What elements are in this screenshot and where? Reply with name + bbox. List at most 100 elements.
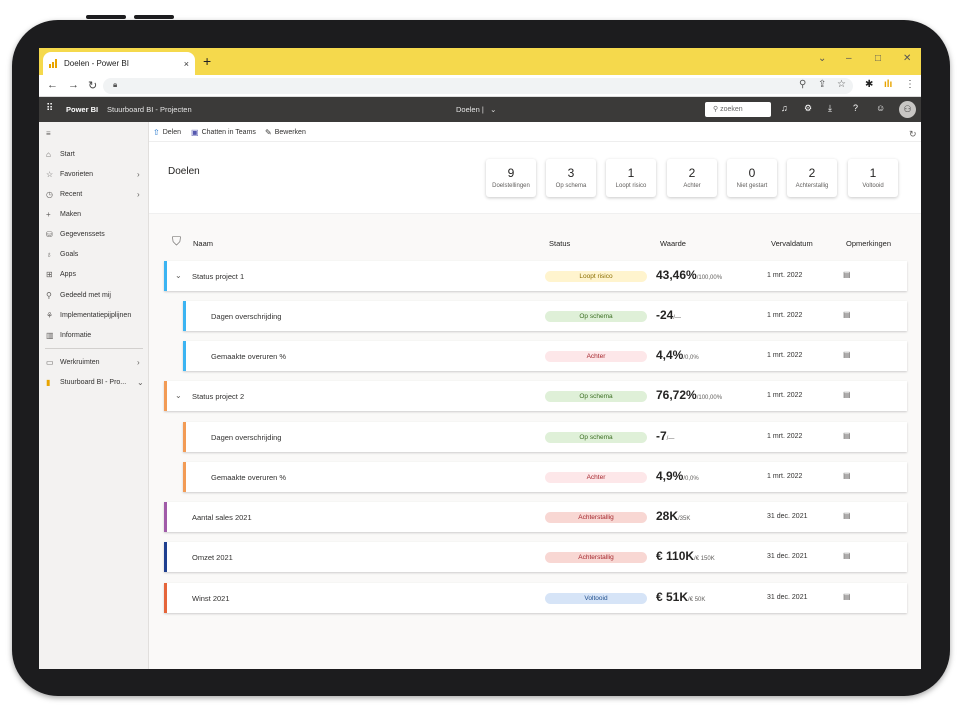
status-badge[interactable]: Op schema [545, 432, 647, 443]
new-tab-button[interactable]: + [203, 54, 211, 68]
minimize-button[interactable]: – [846, 53, 852, 64]
row-accent-bar [183, 462, 186, 492]
goal-name[interactable]: Gemaakte overuren % [211, 352, 286, 361]
comment-icon[interactable]: ▤ [843, 350, 851, 359]
expand-chevron-icon[interactable]: ⌄ [175, 271, 182, 280]
nav-item-current-workspace[interactable]: ▮ Stuurboard BI - Pro... ⌄ [39, 373, 149, 391]
comment-icon[interactable]: ▤ [843, 551, 851, 560]
stat-niet-gestart[interactable]: 0 Niet gestart [727, 159, 777, 197]
tab-close-icon[interactable]: × [184, 59, 189, 69]
extensions-icon[interactable]: ✱ [865, 79, 873, 90]
status-badge[interactable]: Voltooid [545, 593, 647, 604]
hamburger-icon: ≡ [46, 128, 51, 138]
plus-icon: + [46, 209, 51, 219]
status-badge[interactable]: Achter [545, 472, 647, 483]
goal-row[interactable]: Dagen overschrijding Op schema -24/— 1 mrt.… [183, 301, 907, 331]
nav-item-apps[interactable]: ⊞ Apps [39, 265, 149, 283]
goal-name[interactable]: Dagen overschrijding [211, 433, 281, 442]
settings-gear-icon[interactable]: ⚙ [804, 103, 812, 114]
nav-item-informatie[interactable]: ▥ Informatie [39, 326, 149, 344]
share-button[interactable]: ⇧ Delen [153, 128, 181, 137]
comment-icon[interactable]: ▤ [843, 431, 851, 440]
nav-item-pijplijnen[interactable]: ⚘ Implementatiepijplijnen [39, 306, 149, 324]
brand-label[interactable]: Power BI [66, 105, 98, 114]
feedback-smiley-icon[interactable]: ☺ [876, 103, 885, 113]
status-badge[interactable]: Op schema [545, 391, 647, 402]
goal-row[interactable]: Winst 2021 Voltooid € 51K/€ 50K 31 dec. 202… [164, 583, 907, 613]
notifications-icon[interactable]: ♫ [781, 103, 788, 113]
app-launcher-icon[interactable]: ⠿ [46, 103, 53, 114]
goal-row[interactable]: Dagen overschrijding Op schema -7/— 1 mrt. … [183, 422, 907, 452]
tab-search-icon[interactable]: ⌄ [818, 53, 826, 64]
comment-icon[interactable]: ▤ [843, 592, 851, 601]
nav-item-gegevenssets[interactable]: ⛁ Gegevenssets [39, 225, 149, 243]
goal-name[interactable]: Dagen overschrijding [211, 312, 281, 321]
edit-button[interactable]: ✎ Bewerken [265, 128, 306, 137]
goal-row[interactable]: Omzet 2021 Achterstallig € 110K/€ 150K 31 d… [164, 542, 907, 572]
due-date: 1 mrt. 2022 [767, 272, 803, 279]
user-avatar-icon[interactable]: ⚇ [899, 101, 916, 118]
goal-name[interactable]: Winst 2021 [192, 594, 230, 603]
comment-icon[interactable]: ▤ [843, 270, 851, 279]
maximize-button[interactable]: □ [875, 53, 881, 64]
column-header-opmerkingen[interactable]: Opmerkingen [846, 239, 891, 248]
teams-chat-button[interactable]: ▣ Chatten in Teams [191, 128, 256, 137]
status-badge[interactable]: Achterstallig [545, 552, 647, 563]
stat-op-schema[interactable]: 3 Op schema [546, 159, 596, 197]
goal-name[interactable]: Status project 1 [192, 272, 244, 281]
back-icon[interactable]: ← [47, 79, 58, 91]
comment-icon[interactable]: ▤ [843, 471, 851, 480]
nav-item-recent[interactable]: ◷ Recent › [39, 185, 149, 203]
status-badge[interactable]: Achter [545, 351, 647, 362]
goal-row[interactable]: Gemaakte overuren % Achter 4,9%/0,0% 1 mrt.… [183, 462, 907, 492]
column-header-vervaldatum[interactable]: Vervaldatum [771, 239, 813, 248]
reload-icon[interactable]: ↻ [88, 79, 97, 92]
breadcrumb[interactable]: Stuurboard BI - Projecten [107, 105, 192, 114]
forward-icon[interactable]: → [68, 79, 79, 91]
expand-chevron-icon[interactable]: ⌄ [175, 391, 182, 400]
download-icon[interactable]: ⤓ [828, 103, 832, 114]
zoom-icon[interactable]: ⚲ [799, 79, 806, 90]
goal-name[interactable]: Aantal sales 2021 [192, 513, 252, 522]
stat-voltooid[interactable]: 1 Voltooid [848, 159, 898, 197]
column-header-naam[interactable]: Naam [193, 239, 213, 248]
nav-item-goals[interactable]: ♁ Goals [39, 245, 149, 263]
status-badge[interactable]: Achterstallig [545, 512, 647, 523]
stat-achterstallig[interactable]: 2 Achterstallig [787, 159, 837, 197]
stat-achter[interactable]: 2 Achter [667, 159, 717, 197]
goal-name[interactable]: Gemaakte overuren % [211, 473, 286, 482]
nav-collapse-button[interactable]: ≡ [39, 124, 149, 142]
close-window-button[interactable]: ✕ [903, 53, 911, 64]
nav-item-start[interactable]: ⌂ Start [39, 145, 149, 163]
browser-tab[interactable]: Doelen - Power BI × [43, 52, 195, 75]
url-input[interactable]: 🔒︎ ⚲ ⇪ ☆ [103, 78, 853, 94]
nav-item-werkruimten[interactable]: ▭ Werkruimten › [39, 353, 149, 371]
share-page-icon[interactable]: ⇪ [818, 79, 826, 90]
goal-name[interactable]: Status project 2 [192, 392, 244, 401]
search-input[interactable]: ⚲ zoeken [705, 102, 771, 117]
goal-row[interactable]: Gemaakte overuren % Achter 4,4%/0,0% 1 mrt.… [183, 341, 907, 371]
column-header-status[interactable]: Status [549, 239, 570, 248]
status-badge[interactable]: Loopt risico [545, 271, 647, 282]
status-badge[interactable]: Op schema [545, 311, 647, 322]
goal-row[interactable]: ⌄ Status project 1 Loopt risico 43,46%/100,… [164, 261, 907, 291]
nav-item-maken[interactable]: + Maken [39, 205, 149, 223]
powerbi-extension-icon[interactable]: ılı [884, 79, 892, 90]
stat-doelstellingen[interactable]: 9 Doelstellingen [486, 159, 536, 197]
comment-icon[interactable]: ▤ [843, 511, 851, 520]
comment-icon[interactable]: ▤ [843, 310, 851, 319]
refresh-icon[interactable]: ↻ [909, 129, 917, 140]
page-title-menu[interactable]: Doelen | ⌄ [456, 105, 496, 114]
goal-row[interactable]: ⌄ Status project 2 Op schema 76,72%/100,00%… [164, 381, 907, 411]
stat-loopt-risico[interactable]: 1 Loopt risico [606, 159, 656, 197]
nav-item-favorieten[interactable]: ☆ Favorieten › [39, 165, 149, 183]
bookmark-star-icon[interactable]: ☆ [837, 79, 846, 90]
comment-icon[interactable]: ▤ [843, 390, 851, 399]
column-header-waarde[interactable]: Waarde [660, 239, 686, 248]
filter-icon[interactable]: ⛉ [172, 234, 181, 249]
goal-name[interactable]: Omzet 2021 [192, 553, 233, 562]
goal-row[interactable]: Aantal sales 2021 Achterstallig 28K/35K 31 … [164, 502, 907, 532]
browser-menu-icon[interactable]: ⋮ [905, 79, 915, 90]
help-icon[interactable]: ? [853, 103, 858, 113]
nav-item-gedeeld[interactable]: ⚲ Gedeeld met mij [39, 286, 149, 304]
